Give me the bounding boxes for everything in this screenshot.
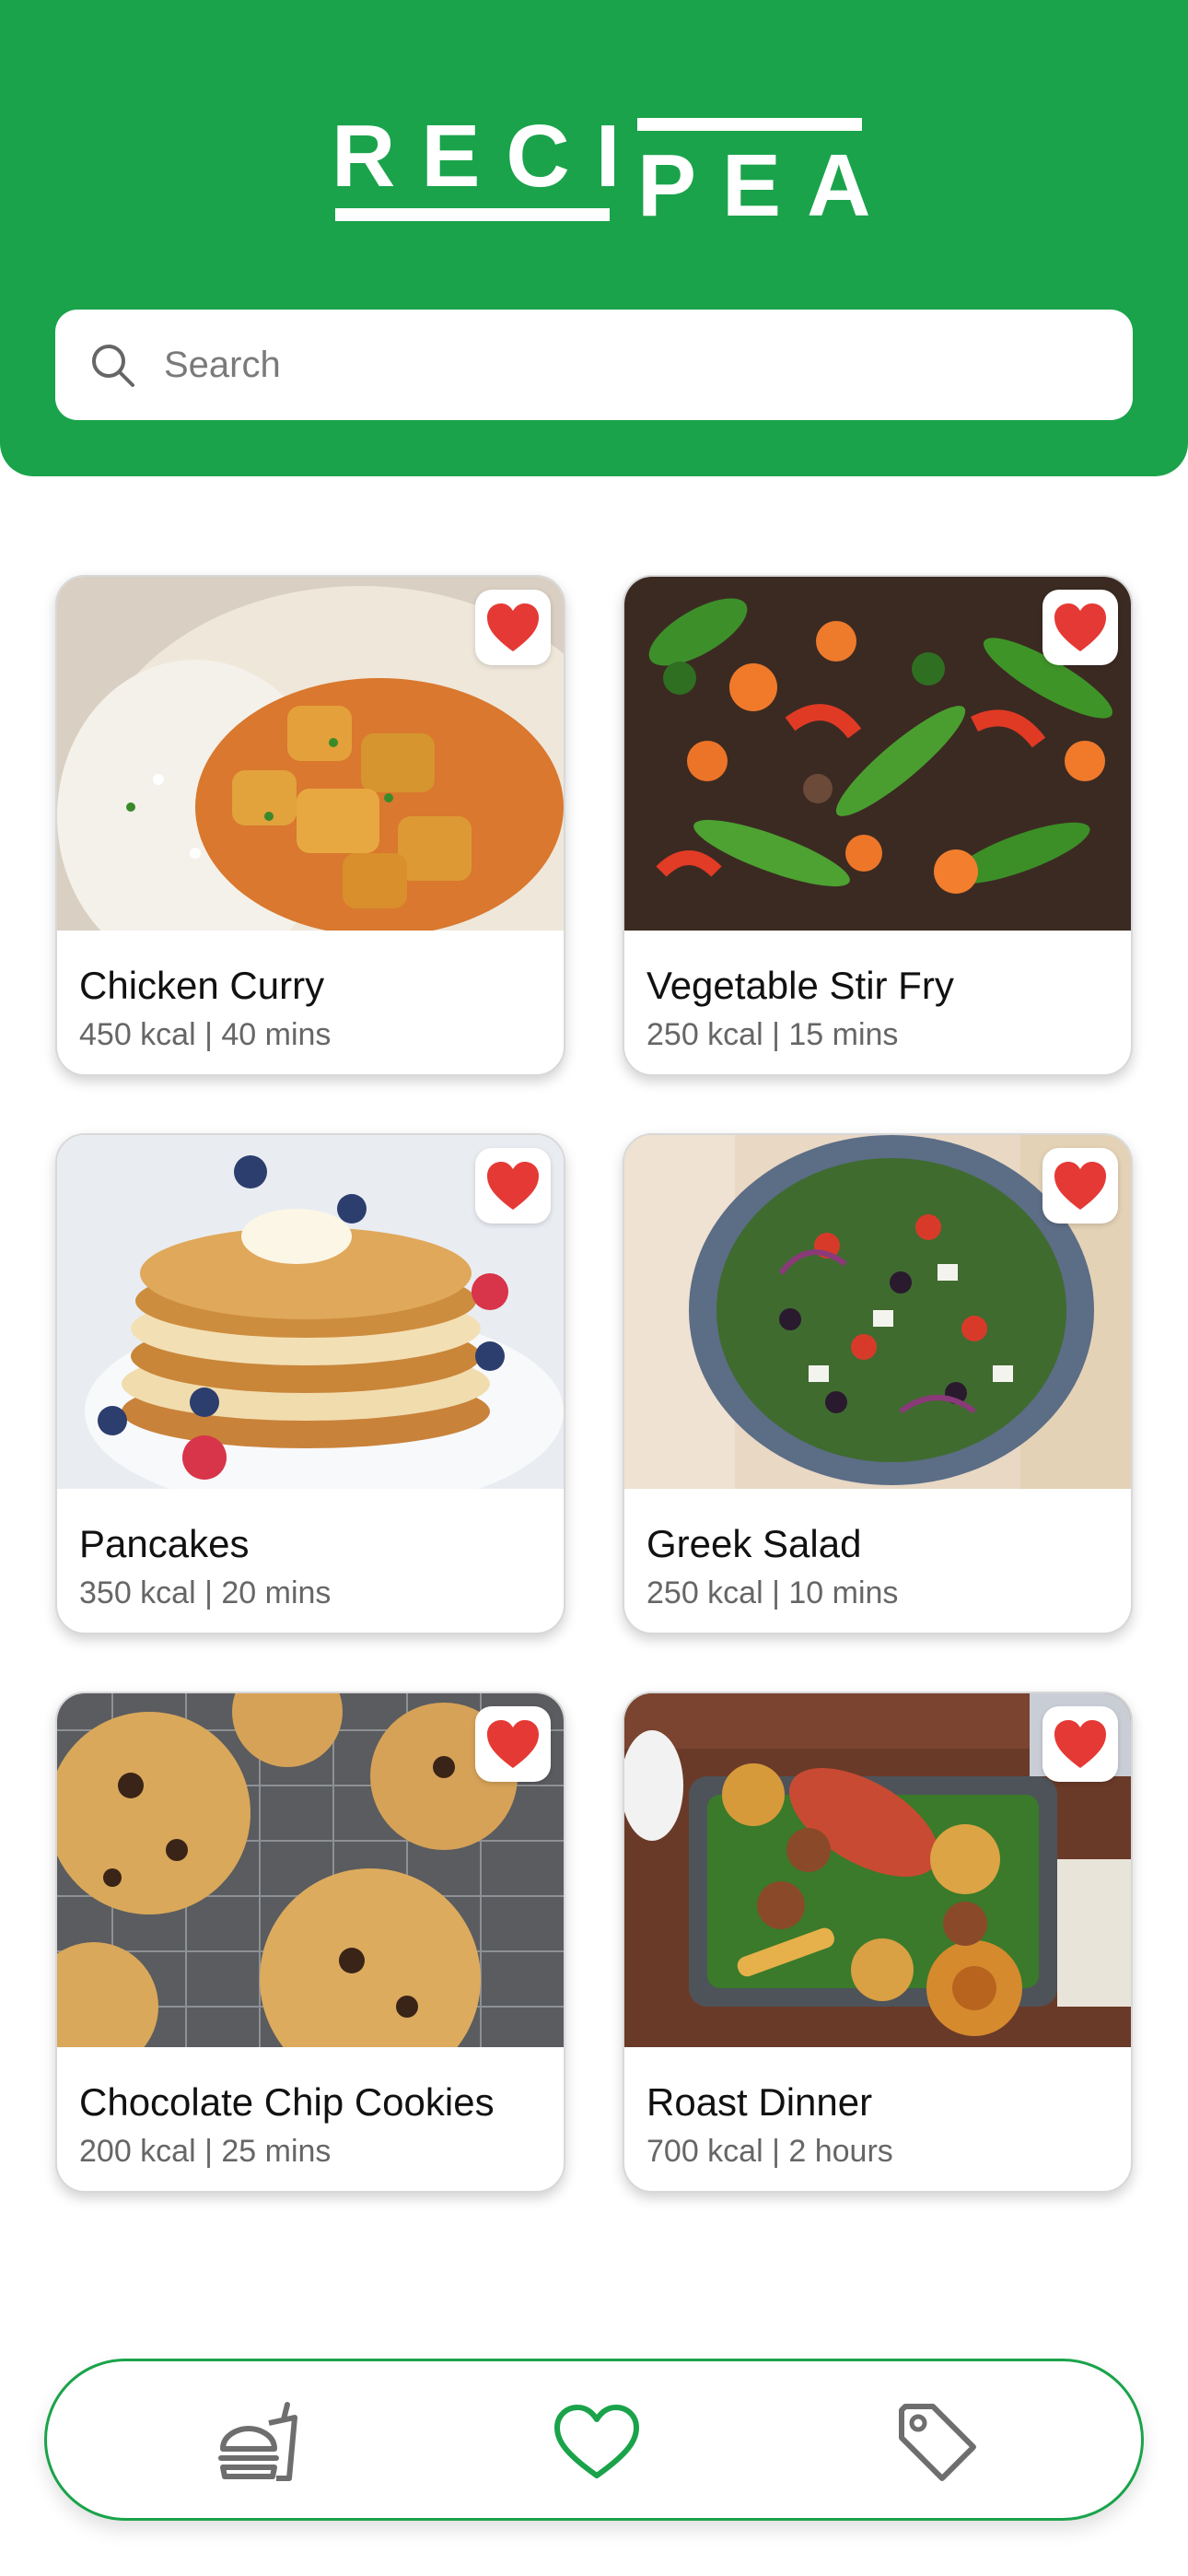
favorite-button[interactable] xyxy=(1042,1706,1118,1782)
favorite-button[interactable] xyxy=(1042,590,1118,665)
recipe-card[interactable]: Chocolate Chip Cookies 200 kcal | 25 min… xyxy=(55,1692,565,2193)
recipe-card[interactable]: Pancakes 350 kcal | 20 mins xyxy=(55,1133,565,1634)
recipe-card[interactable]: Vegetable Stir Fry 250 kcal | 15 mins xyxy=(623,575,1133,1076)
recipe-meta: 450 kcal | 40 mins xyxy=(79,1017,332,1052)
search-input[interactable] xyxy=(164,344,1085,386)
nav-tags[interactable] xyxy=(891,2400,984,2485)
heart-icon xyxy=(487,1162,539,1210)
favorite-button[interactable] xyxy=(475,1706,551,1782)
food-icon xyxy=(218,2402,297,2481)
search-bar[interactable] xyxy=(55,310,1133,420)
recipe-meta: 250 kcal | 15 mins xyxy=(646,1017,899,1052)
heart-icon xyxy=(487,603,539,651)
favorite-button[interactable] xyxy=(475,590,551,665)
logo-bar-over xyxy=(637,118,862,131)
recipe-card[interactable]: Roast Dinner 700 kcal | 2 hours xyxy=(623,1692,1133,2193)
recipe-card[interactable]: Greek Salad 250 kcal | 10 mins xyxy=(623,1133,1133,1634)
recipe-title: Chocolate Chip Cookies xyxy=(79,2080,495,2124)
logo-text-bottom: PEA xyxy=(637,136,897,235)
nav-favorites[interactable] xyxy=(551,2400,643,2485)
search-icon xyxy=(92,345,134,387)
recipe-title: Pancakes xyxy=(79,1522,250,1565)
app-header: RECI PEA xyxy=(0,0,1188,476)
recipe-card[interactable]: Chicken Curry 450 kcal | 40 mins xyxy=(55,575,565,1076)
heart-icon xyxy=(1054,1720,1106,1768)
heart-icon xyxy=(487,1720,539,1768)
heart-icon xyxy=(1054,1162,1106,1210)
recipe-title: Greek Salad xyxy=(646,1522,862,1565)
app-logo: RECI PEA xyxy=(332,107,870,230)
recipe-title: Chicken Curry xyxy=(79,964,325,1007)
recipe-meta: 350 kcal | 20 mins xyxy=(79,1575,332,1610)
recipe-meta: 250 kcal | 10 mins xyxy=(646,1575,899,1610)
recipe-meta: 200 kcal | 25 mins xyxy=(79,2134,332,2169)
nav-recipes[interactable] xyxy=(211,2400,303,2485)
tag-icon xyxy=(899,2404,976,2481)
logo-bar-under xyxy=(335,208,610,221)
recipe-title: Vegetable Stir Fry xyxy=(646,964,954,1007)
recipe-meta: 700 kcal | 2 hours xyxy=(646,2134,893,2169)
favorite-button[interactable] xyxy=(475,1148,551,1224)
heart-icon xyxy=(1054,603,1106,651)
logo-text-top: RECI xyxy=(332,107,646,205)
recipe-title: Roast Dinner xyxy=(646,2080,873,2124)
favorite-button[interactable] xyxy=(1042,1148,1118,1224)
bottom-nav xyxy=(44,2359,1144,2521)
heart-icon xyxy=(554,2405,639,2478)
